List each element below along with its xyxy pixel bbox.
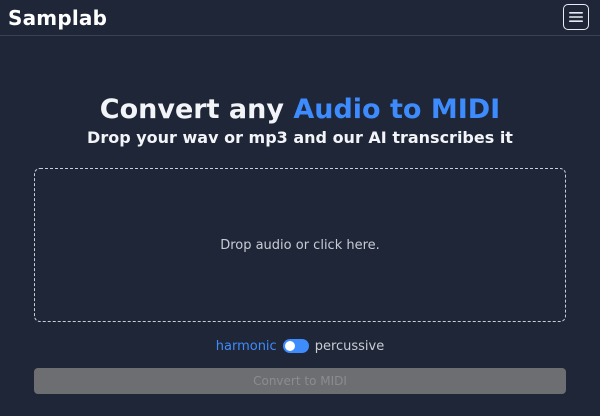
navbar: Samplab bbox=[0, 0, 600, 36]
page-title: Convert any Audio to MIDI bbox=[0, 90, 600, 130]
mode-toggle-switch[interactable] bbox=[282, 339, 309, 353]
page-subtitle: Drop your wav or mp3 and our AI transcri… bbox=[87, 128, 513, 147]
title-accent: Audio to MIDI bbox=[293, 94, 501, 125]
hamburger-menu-icon bbox=[569, 12, 583, 22]
audio-dropzone[interactable]: Drop audio or click here. bbox=[34, 168, 566, 322]
percussive-label[interactable]: percussive bbox=[315, 339, 385, 354]
convert-to-midi-button[interactable]: Convert to MIDI bbox=[34, 368, 566, 394]
mode-selector: harmonic percussive bbox=[0, 336, 600, 356]
toggle-knob bbox=[284, 341, 295, 351]
menu-toggle-button[interactable] bbox=[563, 4, 589, 30]
brand-logo[interactable]: Samplab bbox=[8, 4, 107, 32]
harmonic-label[interactable]: harmonic bbox=[216, 339, 277, 354]
dropzone-label: Drop audio or click here. bbox=[220, 237, 380, 253]
title-prefix: Convert any bbox=[99, 94, 294, 125]
